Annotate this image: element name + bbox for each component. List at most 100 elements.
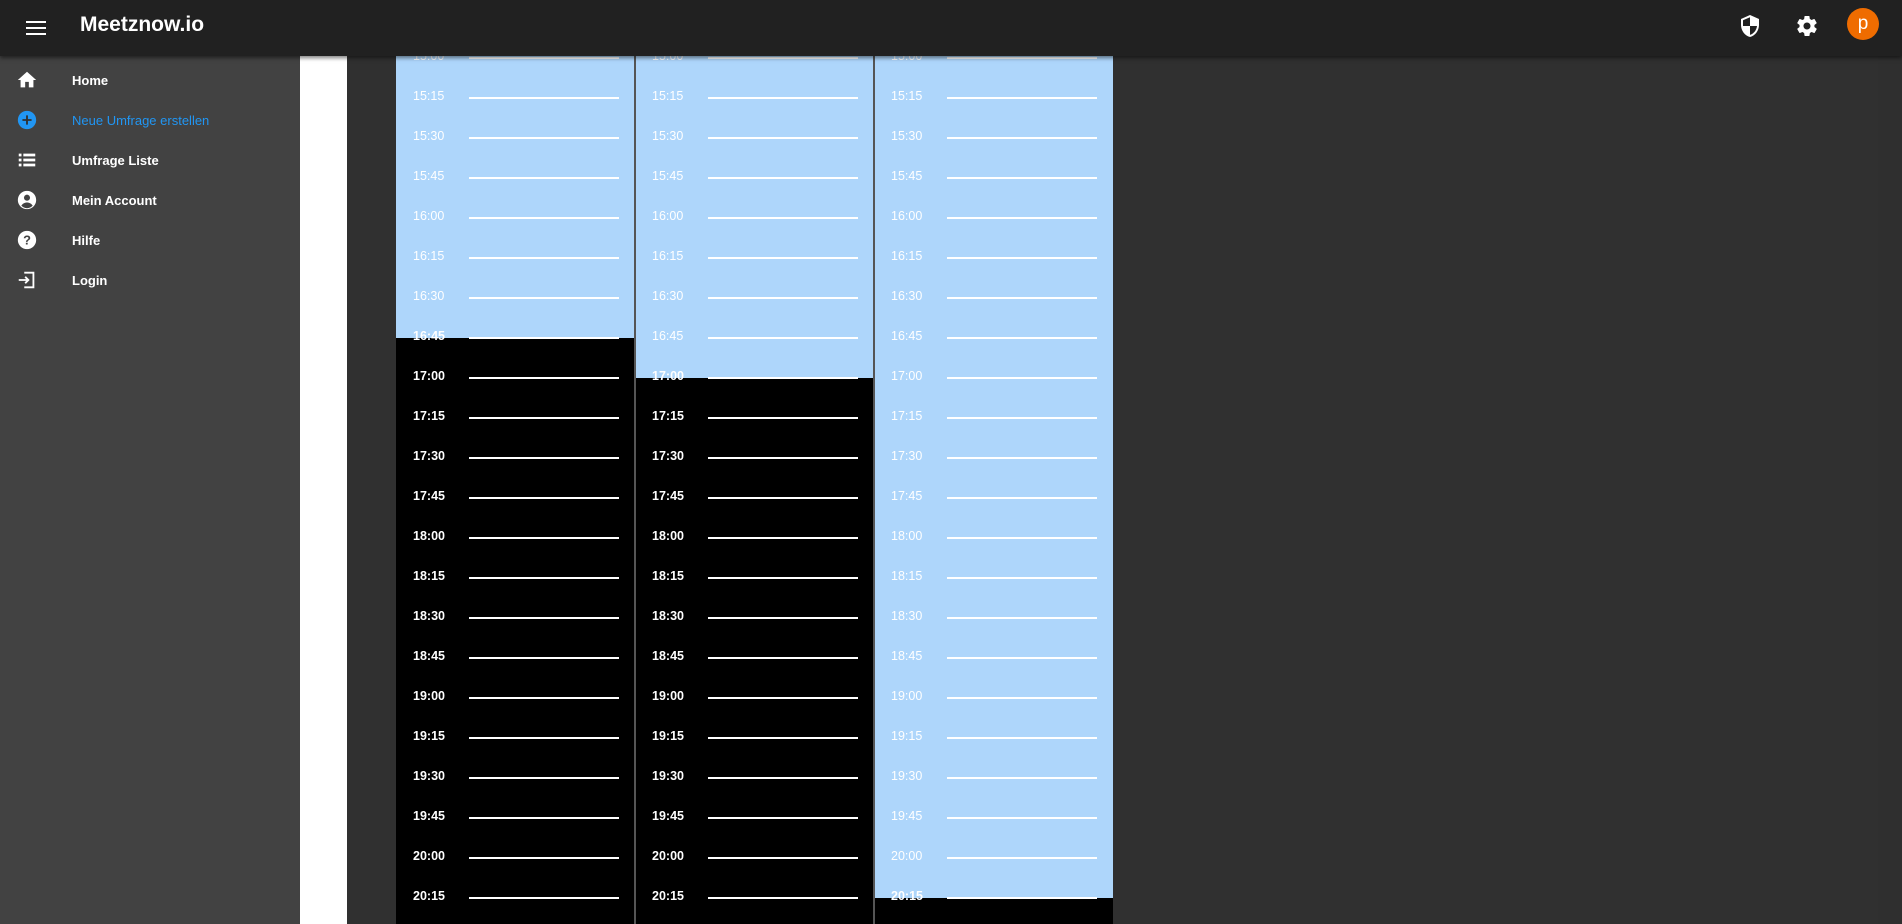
time-slot-divider bbox=[708, 457, 858, 459]
time-slot-divider bbox=[947, 537, 1097, 539]
time-slot-divider bbox=[469, 457, 619, 459]
time-slot-divider bbox=[469, 817, 619, 819]
time-slot-divider bbox=[469, 697, 619, 699]
sidebar-item-label: Mein Account bbox=[72, 192, 157, 208]
time-slot-label: 19:45 bbox=[413, 809, 445, 823]
time-slot-divider bbox=[469, 57, 619, 59]
time-slot-divider bbox=[947, 657, 1097, 659]
time-slot-divider bbox=[469, 177, 619, 179]
time-slot-divider bbox=[469, 257, 619, 259]
time-slot-divider bbox=[708, 417, 858, 419]
column-divider bbox=[873, 56, 875, 924]
time-slot-label: 18:45 bbox=[891, 649, 923, 663]
time-slot-label: 19:30 bbox=[891, 769, 923, 783]
sidebar-item-label: Login bbox=[72, 272, 108, 288]
content-border bbox=[300, 56, 347, 924]
time-slot-label: 17:30 bbox=[652, 449, 684, 463]
time-slot-divider bbox=[708, 337, 858, 339]
login-icon bbox=[16, 269, 38, 291]
gear-icon[interactable] bbox=[1793, 12, 1821, 40]
time-slot-label: 17:00 bbox=[413, 369, 445, 383]
time-slot-label: 16:30 bbox=[652, 289, 684, 303]
time-slot-divider bbox=[469, 337, 619, 339]
time-slot-divider bbox=[708, 537, 858, 539]
time-slot-divider bbox=[469, 897, 619, 899]
time-slot-label: 20:00 bbox=[413, 849, 445, 863]
sidebar-item-mein-account[interactable]: Mein Account bbox=[0, 180, 300, 220]
time-slot-divider bbox=[469, 657, 619, 659]
time-slot[interactable]: 20:15 bbox=[874, 889, 1113, 924]
time-slot-label: 16:00 bbox=[413, 209, 445, 223]
sidebar-item-neue-umfrage[interactable]: Neue Umfrage erstellen bbox=[0, 100, 300, 140]
time-slot-label: 17:15 bbox=[413, 409, 445, 423]
time-slot-divider bbox=[469, 297, 619, 299]
time-slot-divider bbox=[947, 497, 1097, 499]
time-slot-label: 15:30 bbox=[413, 129, 445, 143]
time-slot-label: 15:00 bbox=[891, 56, 923, 63]
time-slot-label: 20:15 bbox=[652, 889, 684, 903]
time-slot-divider bbox=[947, 457, 1097, 459]
time-slot-divider bbox=[469, 577, 619, 579]
time-slot-divider bbox=[708, 137, 858, 139]
time-slot-label: 16:15 bbox=[891, 249, 923, 263]
time-slot-label: 17:00 bbox=[652, 369, 684, 383]
time-slot-label: 16:45 bbox=[891, 329, 923, 343]
time-slot-label: 18:00 bbox=[413, 529, 445, 543]
time-slot-label: 19:00 bbox=[652, 689, 684, 703]
time-slot-label: 15:45 bbox=[652, 169, 684, 183]
menu-icon[interactable] bbox=[24, 16, 48, 40]
time-slot-label: 17:45 bbox=[413, 489, 445, 503]
time-slot-divider bbox=[708, 497, 858, 499]
time-slot-label: 17:15 bbox=[652, 409, 684, 423]
sidebar-item-hilfe[interactable]: ? Hilfe bbox=[0, 220, 300, 260]
time-slot[interactable]: 20:15 bbox=[635, 889, 874, 924]
time-slot-divider bbox=[469, 217, 619, 219]
time-slot-divider bbox=[947, 297, 1097, 299]
time-slot-label: 17:30 bbox=[413, 449, 445, 463]
time-slot-divider bbox=[947, 777, 1097, 779]
time-slot-label: 16:30 bbox=[891, 289, 923, 303]
sidebar-item-umfrage-liste[interactable]: Umfrage Liste bbox=[0, 140, 300, 180]
time-slot-divider bbox=[947, 417, 1097, 419]
day-column: 15:00 15:15 15:30 15:45 16:00 16:15 16:30 16:45… bbox=[635, 56, 874, 924]
time-slot-label: 19:15 bbox=[652, 729, 684, 743]
sidebar: Home Neue Umfrage erstellen Umfrage List… bbox=[0, 56, 300, 924]
time-slot-label: 17:45 bbox=[652, 489, 684, 503]
time-slot-divider bbox=[708, 577, 858, 579]
list-icon bbox=[16, 149, 38, 171]
time-slot-label: 18:00 bbox=[652, 529, 684, 543]
sidebar-item-label: Home bbox=[72, 72, 109, 88]
time-slot-divider bbox=[947, 377, 1097, 379]
time-slot-divider bbox=[708, 817, 858, 819]
time-slot-divider bbox=[708, 177, 858, 179]
time-slot[interactable]: 20:15 bbox=[396, 889, 635, 924]
time-slot-divider bbox=[947, 257, 1097, 259]
time-slot-divider bbox=[708, 297, 858, 299]
time-slot-divider bbox=[708, 897, 858, 899]
time-slot-divider bbox=[947, 737, 1097, 739]
time-slot-divider bbox=[947, 137, 1097, 139]
time-slot-label: 18:00 bbox=[891, 529, 923, 543]
time-slot-label: 19:30 bbox=[652, 769, 684, 783]
scroll-gutter bbox=[1878, 56, 1902, 924]
time-slot-divider bbox=[469, 97, 619, 99]
shield-icon[interactable] bbox=[1736, 12, 1764, 40]
time-slot-label: 15:30 bbox=[891, 129, 923, 143]
avatar[interactable]: p bbox=[1847, 8, 1879, 40]
time-slot-label: 16:30 bbox=[413, 289, 445, 303]
time-slot-label: 15:45 bbox=[413, 169, 445, 183]
time-slot-label: 16:15 bbox=[652, 249, 684, 263]
time-slot-divider bbox=[947, 177, 1097, 179]
time-slot-divider bbox=[947, 337, 1097, 339]
time-slot-label: 15:15 bbox=[891, 89, 923, 103]
time-slot-label: 16:45 bbox=[413, 329, 445, 343]
app-title[interactable]: Meetznow.io bbox=[80, 13, 204, 37]
time-slot-label: 17:15 bbox=[891, 409, 923, 423]
time-slot-divider bbox=[947, 97, 1097, 99]
time-slot-divider bbox=[947, 217, 1097, 219]
sidebar-item-label: Neue Umfrage erstellen bbox=[72, 112, 210, 128]
sidebar-item-login[interactable]: Login bbox=[0, 260, 300, 300]
sidebar-item-home[interactable]: Home bbox=[0, 60, 300, 100]
time-slot-divider bbox=[708, 657, 858, 659]
time-slot-divider bbox=[469, 777, 619, 779]
